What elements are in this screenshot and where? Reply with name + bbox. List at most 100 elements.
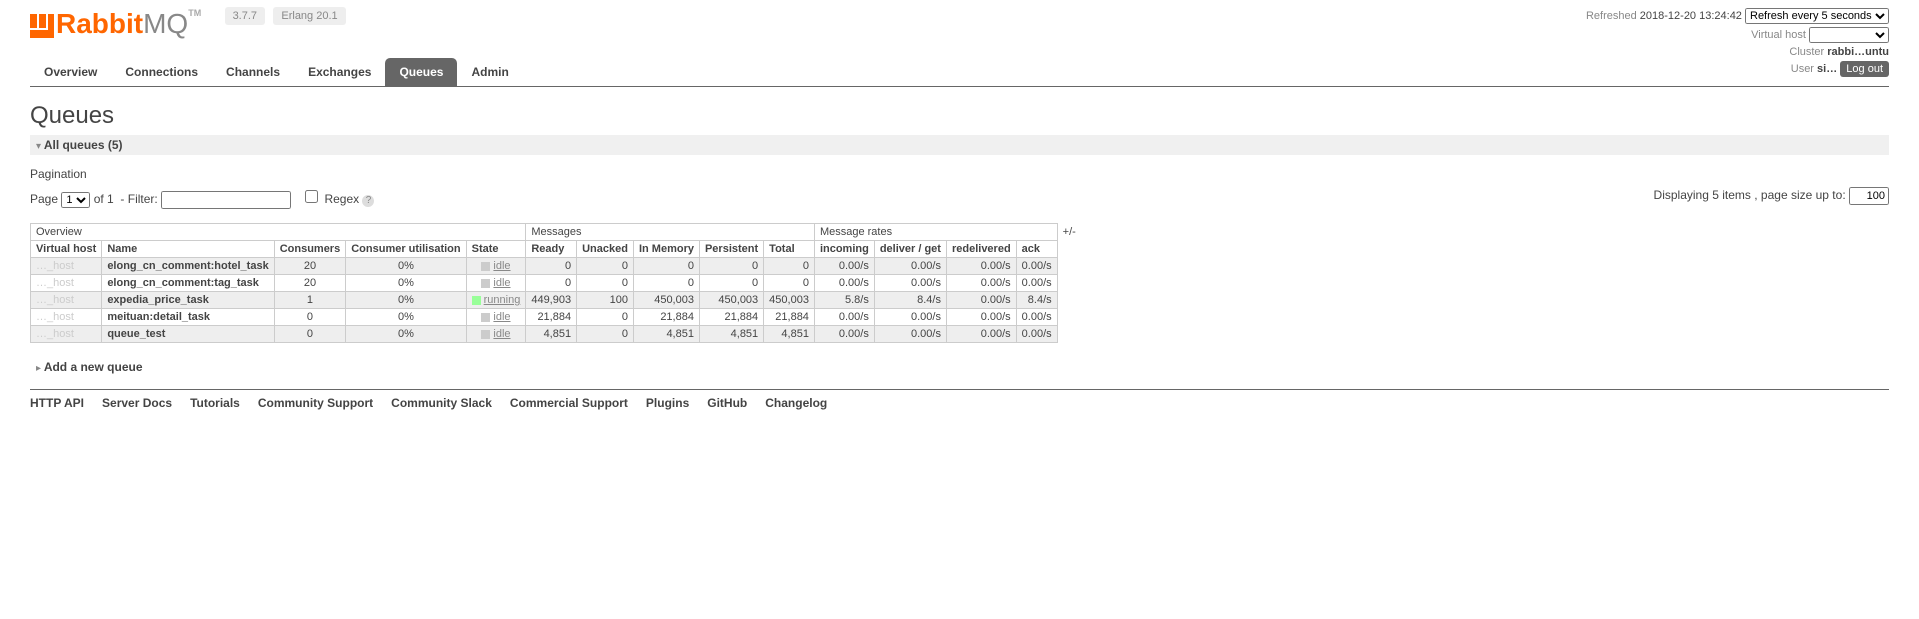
footer: HTTP API Server Docs Tutorials Community Su… — [30, 389, 1889, 410]
cell-state[interactable]: idle — [466, 258, 526, 275]
cell-state[interactable]: idle — [466, 309, 526, 326]
filter-label: - Filter: — [120, 192, 157, 206]
footer-server-docs[interactable]: Server Docs — [102, 396, 172, 410]
cell-state[interactable]: running — [466, 292, 526, 309]
vhost-label: Virtual host — [1751, 29, 1806, 41]
cell-total: 450,003 — [764, 292, 815, 309]
regex-help-icon[interactable]: ? — [362, 195, 374, 207]
col-consumer-utilisation[interactable]: Consumer utilisation — [346, 241, 466, 258]
cell-util: 0% — [346, 292, 466, 309]
footer-changelog[interactable]: Changelog — [765, 396, 827, 410]
cell-incoming: 0.00/s — [814, 275, 874, 292]
col-ack[interactable]: ack — [1016, 241, 1057, 258]
cell-deliver: 0.00/s — [874, 309, 946, 326]
cell-unacked: 0 — [577, 309, 634, 326]
cluster-value: rabbi…untu — [1827, 46, 1889, 58]
filter-input[interactable] — [161, 191, 291, 209]
cell-vhost: …_host — [31, 326, 102, 343]
cell-incoming: 5.8/s — [814, 292, 874, 309]
add-queue-label: Add a new queue — [44, 360, 143, 374]
cell-redeliv: 0.00/s — [946, 309, 1016, 326]
footer-plugins[interactable]: Plugins — [646, 396, 689, 410]
col-unacked[interactable]: Unacked — [577, 241, 634, 258]
footer-tutorials[interactable]: Tutorials — [190, 396, 240, 410]
cell-name[interactable]: expedia_price_task — [102, 292, 274, 309]
cell-incoming: 0.00/s — [814, 258, 874, 275]
page-select[interactable]: 1 — [61, 192, 90, 208]
cell-name[interactable]: elong_cn_comment:hotel_task — [102, 258, 274, 275]
page-size-input[interactable] — [1849, 187, 1889, 205]
cell-deliver: 0.00/s — [874, 326, 946, 343]
cell-inmem: 21,884 — [633, 309, 699, 326]
cell-total: 0 — [764, 258, 815, 275]
footer-http-api[interactable]: HTTP API — [30, 396, 84, 410]
cell-state[interactable]: idle — [466, 326, 526, 343]
refreshed-label: Refreshed — [1586, 10, 1637, 22]
cell-util: 0% — [346, 275, 466, 292]
tab-overview[interactable]: Overview — [30, 58, 111, 86]
table-row: …_hostqueue_test00%idle4,85104,8514,8514… — [31, 326, 1082, 343]
cell-vhost: …_host — [31, 258, 102, 275]
col-redelivered[interactable]: redelivered — [946, 241, 1016, 258]
cell-ack: 0.00/s — [1016, 275, 1057, 292]
version-info: 3.7.7 Erlang 20.1 — [225, 8, 351, 22]
tab-connections[interactable]: Connections — [111, 58, 212, 86]
col-incoming[interactable]: incoming — [814, 241, 874, 258]
col-state[interactable]: State — [466, 241, 526, 258]
logout-button[interactable]: Log out — [1840, 61, 1889, 77]
all-queues-toggle[interactable]: All queues (5) — [30, 135, 1889, 155]
refresh-interval-select[interactable]: Refresh every 5 seconds — [1745, 8, 1889, 24]
cell-name[interactable]: elong_cn_comment:tag_task — [102, 275, 274, 292]
cell-consumers: 1 — [274, 292, 346, 309]
cell-ready: 0 — [526, 275, 577, 292]
cell-total: 4,851 — [764, 326, 815, 343]
col-ready[interactable]: Ready — [526, 241, 577, 258]
tab-admin[interactable]: Admin — [457, 58, 522, 86]
col-name[interactable]: Name — [102, 241, 274, 258]
table-row: …_hostexpedia_price_task10%running449,90… — [31, 292, 1082, 309]
cell-redeliv: 0.00/s — [946, 292, 1016, 309]
col-total[interactable]: Total — [764, 241, 815, 258]
col-deliver-get[interactable]: deliver / get — [874, 241, 946, 258]
cell-vhost: …_host — [31, 275, 102, 292]
columns-add-remove[interactable]: +/- — [1057, 224, 1081, 241]
cell-name[interactable]: meituan:detail_task — [102, 309, 274, 326]
logo[interactable]: RabbitMQTM — [30, 8, 201, 40]
tab-queues[interactable]: Queues — [385, 58, 457, 86]
cell-unacked: 0 — [577, 258, 634, 275]
cell-inmem: 0 — [633, 258, 699, 275]
cell-unacked: 100 — [577, 292, 634, 309]
table-row: …_hostelong_cn_comment:hotel_task200%idl… — [31, 258, 1082, 275]
col-in-memory[interactable]: In Memory — [633, 241, 699, 258]
cell-util: 0% — [346, 326, 466, 343]
col-consumers[interactable]: Consumers — [274, 241, 346, 258]
vhost-select[interactable] — [1809, 27, 1889, 43]
cell-util: 0% — [346, 258, 466, 275]
cell-ack: 0.00/s — [1016, 258, 1057, 275]
cell-redeliv: 0.00/s — [946, 275, 1016, 292]
footer-community-support[interactable]: Community Support — [258, 396, 373, 410]
col-virtual-host[interactable]: Virtual host — [31, 241, 102, 258]
pagination-label: Pagination — [30, 167, 1889, 181]
cell-state[interactable]: idle — [466, 275, 526, 292]
cell-incoming: 0.00/s — [814, 326, 874, 343]
cell-unacked: 0 — [577, 275, 634, 292]
cell-deliver: 8.4/s — [874, 292, 946, 309]
cell-total: 0 — [764, 275, 815, 292]
col-persistent[interactable]: Persistent — [699, 241, 763, 258]
footer-github[interactable]: GitHub — [707, 396, 747, 410]
tab-exchanges[interactable]: Exchanges — [294, 58, 385, 86]
cell-ack: 0.00/s — [1016, 309, 1057, 326]
footer-community-slack[interactable]: Community Slack — [391, 396, 492, 410]
cell-consumers: 20 — [274, 258, 346, 275]
cell-deliver: 0.00/s — [874, 275, 946, 292]
logo-tm: TM — [188, 8, 201, 18]
cell-name[interactable]: queue_test — [102, 326, 274, 343]
tab-channels[interactable]: Channels — [212, 58, 294, 86]
cell-consumers: 0 — [274, 326, 346, 343]
add-queue-toggle[interactable]: Add a new queue — [30, 357, 1889, 377]
cell-vhost: …_host — [31, 309, 102, 326]
refreshed-time: 2018-12-20 13:24:42 — [1640, 10, 1742, 22]
footer-commercial-support[interactable]: Commercial Support — [510, 396, 628, 410]
regex-checkbox[interactable] — [305, 190, 318, 203]
